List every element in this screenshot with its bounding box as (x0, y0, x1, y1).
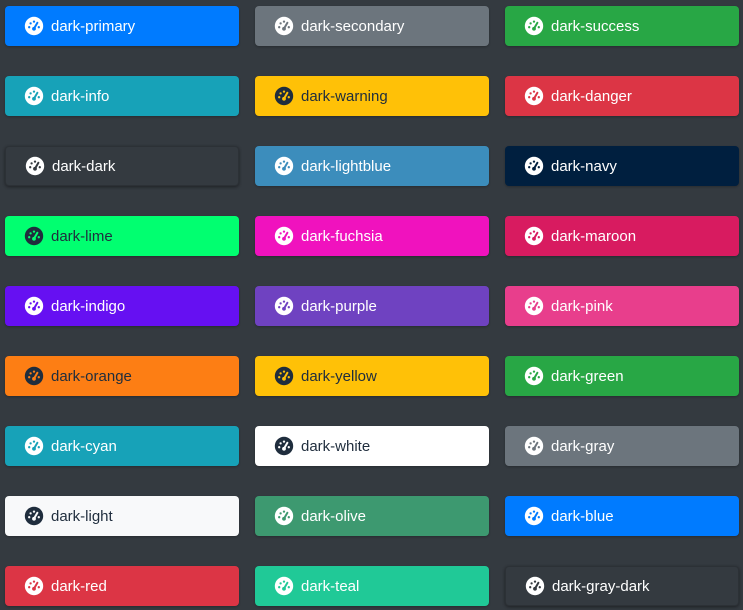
dark-purple-button[interactable]: dark-purple (255, 286, 489, 326)
button-label: dark-maroon (551, 227, 637, 245)
dark-white-button[interactable]: dark-white (255, 426, 489, 466)
dark-success-button[interactable]: dark-success (505, 6, 739, 46)
dark-olive-button[interactable]: dark-olive (255, 496, 489, 536)
button-label: dark-green (551, 367, 624, 385)
tachometer-icon (24, 296, 44, 316)
tachometer-icon (524, 86, 544, 106)
button-label: dark-orange (51, 367, 132, 385)
tachometer-icon (524, 436, 544, 456)
dark-light-button[interactable]: dark-light (5, 496, 239, 536)
dark-fuchsia-button[interactable]: dark-fuchsia (255, 216, 489, 256)
button-label: dark-white (301, 437, 371, 455)
dark-cyan-button[interactable]: dark-cyan (5, 426, 239, 466)
button-label: dark-primary (51, 17, 136, 35)
button-label: dark-yellow (301, 367, 377, 385)
tachometer-icon (524, 156, 544, 176)
button-palette: dark-primary dark-secondary dark-success da… (0, 0, 743, 610)
tachometer-icon (524, 16, 544, 36)
tachometer-icon (24, 436, 44, 456)
tachometer-icon (524, 296, 544, 316)
button-label: dark-navy (551, 157, 617, 175)
dark-warning-button[interactable]: dark-warning (255, 76, 489, 116)
tachometer-icon (524, 506, 544, 526)
tachometer-icon (274, 576, 294, 596)
tachometer-icon (274, 226, 294, 246)
tachometer-icon (524, 366, 544, 386)
button-label: dark-blue (551, 507, 614, 525)
button-label: dark-cyan (51, 437, 117, 455)
dark-danger-button[interactable]: dark-danger (505, 76, 739, 116)
tachometer-icon (525, 576, 545, 596)
tachometer-icon (274, 86, 294, 106)
button-label: dark-success (551, 17, 640, 35)
dark-teal-button[interactable]: dark-teal (255, 566, 489, 606)
button-label: dark-dark (52, 157, 116, 175)
dark-blue-button[interactable]: dark-blue (505, 496, 739, 536)
dark-red-button[interactable]: dark-red (5, 566, 239, 606)
tachometer-icon (24, 226, 44, 246)
button-label: dark-olive (301, 507, 367, 525)
dark-gray-button[interactable]: dark-gray (505, 426, 739, 466)
tachometer-icon (24, 16, 44, 36)
button-label: dark-indigo (51, 297, 126, 315)
button-label: dark-gray-dark (552, 577, 650, 595)
tachometer-icon (274, 296, 294, 316)
dark-green-button[interactable]: dark-green (505, 356, 739, 396)
dark-secondary-button[interactable]: dark-secondary (255, 6, 489, 46)
tachometer-icon (274, 366, 294, 386)
dark-lime-button[interactable]: dark-lime (5, 216, 239, 256)
dark-dark-button[interactable]: dark-dark (5, 146, 239, 186)
button-label: dark-light (51, 507, 113, 525)
tachometer-icon (24, 576, 44, 596)
button-label: dark-red (51, 577, 107, 595)
button-label: dark-fuchsia (301, 227, 383, 245)
tachometer-icon (274, 16, 294, 36)
button-label: dark-purple (301, 297, 377, 315)
tachometer-icon (274, 156, 294, 176)
button-label: dark-gray (551, 437, 615, 455)
dark-lightblue-button[interactable]: dark-lightblue (255, 146, 489, 186)
dark-yellow-button[interactable]: dark-yellow (255, 356, 489, 396)
dark-indigo-button[interactable]: dark-indigo (5, 286, 239, 326)
dark-orange-button[interactable]: dark-orange (5, 356, 239, 396)
tachometer-icon (274, 506, 294, 526)
dark-pink-button[interactable]: dark-pink (505, 286, 739, 326)
tachometer-icon (24, 86, 44, 106)
dark-maroon-button[interactable]: dark-maroon (505, 216, 739, 256)
tachometer-icon (524, 226, 544, 246)
button-label: dark-lime (51, 227, 113, 245)
dark-info-button[interactable]: dark-info (5, 76, 239, 116)
tachometer-icon (24, 506, 44, 526)
button-label: dark-warning (301, 87, 388, 105)
dark-navy-button[interactable]: dark-navy (505, 146, 739, 186)
button-label: dark-danger (551, 87, 632, 105)
button-label: dark-lightblue (301, 157, 392, 175)
button-label: dark-teal (301, 577, 360, 595)
tachometer-icon (274, 436, 294, 456)
button-label: dark-pink (551, 297, 613, 315)
tachometer-icon (25, 156, 45, 176)
button-label: dark-secondary (301, 17, 405, 35)
button-label: dark-info (51, 87, 110, 105)
dark-primary-button[interactable]: dark-primary (5, 6, 239, 46)
tachometer-icon (24, 366, 44, 386)
dark-gray-dark-button[interactable]: dark-gray-dark (505, 566, 739, 606)
